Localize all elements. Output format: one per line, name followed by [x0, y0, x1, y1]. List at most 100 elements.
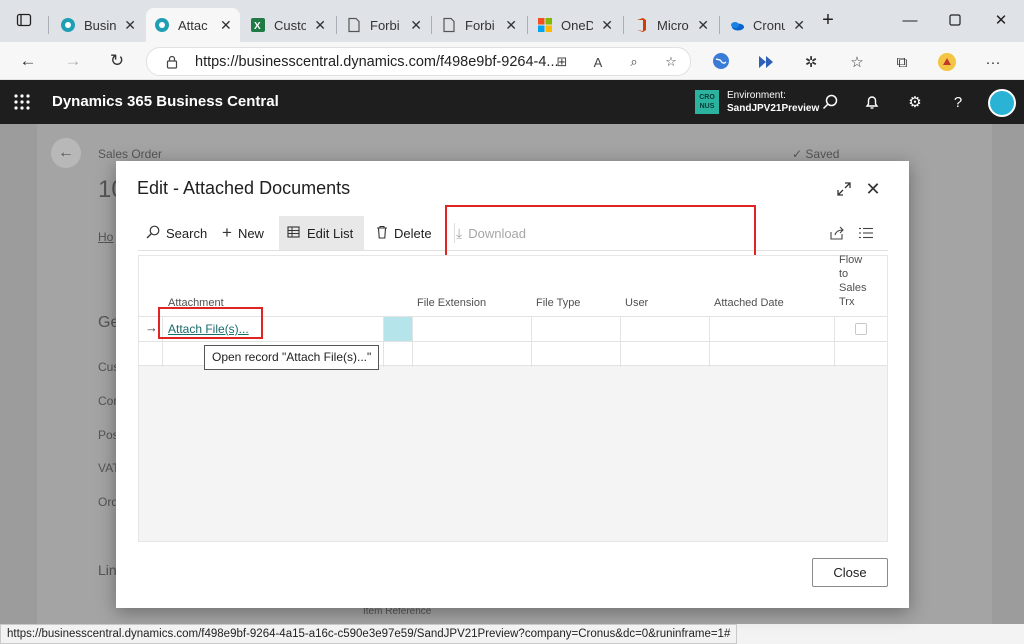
attached-documents-dialog: Edit - Attached Documents ✕ Search + New…: [116, 161, 909, 608]
browser-tab-3[interactable]: X Custo ✕: [242, 8, 334, 42]
env-caption: Environment:: [727, 90, 786, 101]
flow-to-sales-trx-checkbox[interactable]: [855, 323, 867, 335]
saved-status-text: Saved: [805, 147, 840, 161]
extensions-icon[interactable]: ✲: [800, 51, 822, 73]
close-icon[interactable]: ✕: [862, 178, 884, 200]
tab-separator: [719, 16, 720, 34]
extension-globe-icon[interactable]: [710, 50, 732, 72]
back-icon[interactable]: ←: [15, 48, 41, 74]
environment-label: Environment: SandJPV21Preview: [727, 89, 819, 115]
field-label-partial: Cor: [98, 394, 118, 408]
new-tab-icon[interactable]: +: [816, 8, 840, 32]
close-icon[interactable]: ✕: [505, 17, 517, 34]
microsoft-icon: [538, 18, 552, 32]
cell-divider: [531, 317, 532, 342]
column-header-file-extension[interactable]: File Extension: [417, 296, 486, 310]
avatar[interactable]: [988, 89, 1016, 117]
window-close-icon[interactable]: ✕: [989, 8, 1013, 32]
address-bar[interactable]: https://businesscentral.dynamics.com/f49…: [146, 47, 691, 76]
help-icon[interactable]: ?: [948, 92, 968, 112]
close-icon[interactable]: ✕: [410, 17, 422, 34]
environment-badge: CRO NUS: [695, 90, 719, 114]
office-icon: [637, 18, 646, 32]
lines-section-partial: Lin: [98, 562, 117, 578]
cell-divider: [834, 342, 835, 367]
forward-icon[interactable]: →: [60, 48, 86, 74]
browser-tab-1[interactable]: Busin ✕: [52, 8, 144, 42]
column-header-user[interactable]: User: [625, 296, 648, 310]
search-icon[interactable]: [820, 92, 840, 112]
expand-icon[interactable]: [833, 178, 855, 200]
waffle-icon[interactable]: [12, 92, 32, 112]
env-badge-line: CRO: [699, 94, 715, 101]
list-view-icon[interactable]: [855, 216, 877, 250]
read-aloud-icon[interactable]: A: [589, 53, 607, 71]
cell-divider: [620, 317, 621, 342]
browser-tab-2[interactable]: Attac ✕: [146, 8, 240, 42]
tab-label: Cronu: [753, 17, 786, 33]
plus-icon: +: [222, 223, 232, 242]
flow-header-line: to: [839, 268, 849, 280]
delete-button[interactable]: Delete: [368, 216, 440, 250]
delete-label: Delete: [394, 225, 432, 241]
profile-icon[interactable]: [936, 51, 958, 73]
browser-toolbar: ← → ↻ https://businesscentral.dynamics.c…: [0, 42, 1024, 80]
zoom-icon[interactable]: ⌕: [625, 53, 643, 71]
browser-tab-8[interactable]: Cronu ✕: [721, 8, 813, 42]
column-header-file-type[interactable]: File Type: [536, 296, 580, 310]
flow-header-line: Sales: [839, 282, 867, 294]
tab-home-partial: Ho: [98, 230, 114, 244]
app-title[interactable]: Dynamics 365 Business Central: [52, 93, 279, 110]
tab-label: OneD: [561, 17, 594, 33]
flow-header-line: Flow: [839, 254, 863, 266]
edit-list-button[interactable]: Edit List: [279, 216, 364, 250]
collections-icon[interactable]: ⧉: [891, 51, 913, 73]
lock-icon[interactable]: [163, 53, 181, 71]
close-button[interactable]: Close: [812, 558, 888, 587]
tab-separator: [48, 16, 49, 34]
close-icon[interactable]: ✕: [220, 17, 232, 34]
refresh-icon[interactable]: ↻: [104, 48, 130, 74]
search-button[interactable]: Search: [138, 216, 215, 250]
tab-actions-icon[interactable]: [12, 8, 36, 32]
notification-bell-icon[interactable]: [862, 92, 882, 112]
tab-label: Attac: [178, 17, 208, 33]
share-icon[interactable]: [826, 216, 849, 250]
tab-separator: [527, 16, 528, 34]
browser-tab-6[interactable]: OneD ✕: [529, 8, 621, 42]
attachments-grid: Attachment File Extension File Type User…: [138, 253, 888, 542]
more-options-icon[interactable]: ···: [982, 51, 1004, 73]
app-bar: Dynamics 365 Business Central CRO NUS En…: [0, 80, 1024, 124]
column-header-attached-date[interactable]: Attached Date: [714, 296, 784, 310]
minimize-icon[interactable]: —: [898, 8, 922, 32]
search-icon: [146, 225, 160, 242]
excel-icon: X: [251, 18, 265, 32]
browser-tab-4[interactable]: Forbi ✕: [338, 8, 430, 42]
close-icon[interactable]: ✕: [793, 17, 805, 34]
close-icon[interactable]: ✕: [697, 17, 709, 34]
column-header-flow-to-sales-trx[interactable]: Flow to Sales Trx: [839, 253, 867, 309]
browser-tab-7[interactable]: Micro ✕: [625, 8, 717, 42]
favorite-add-icon[interactable]: ☆: [662, 53, 680, 71]
back-arrow-icon: ←: [51, 138, 81, 168]
favorites-icon[interactable]: ☆: [846, 51, 868, 73]
tab-label: Busin: [84, 17, 117, 33]
env-name: SandJPV21Preview: [727, 103, 820, 114]
flow-header-line: Trx: [839, 296, 855, 308]
cell-divider: [709, 342, 710, 367]
close-icon[interactable]: ✕: [314, 17, 326, 34]
trash-icon: [376, 225, 388, 242]
new-button[interactable]: + New: [214, 216, 272, 250]
tab-separator: [623, 16, 624, 34]
settings-gear-icon[interactable]: ⚙: [905, 92, 925, 112]
close-icon[interactable]: ✕: [601, 17, 613, 34]
browser-tab-5[interactable]: Forbi ✕: [433, 8, 525, 42]
selected-cell[interactable]: [383, 317, 412, 342]
new-label: New: [237, 225, 264, 241]
extension-arrow-icon[interactable]: [755, 51, 777, 73]
maximize-icon[interactable]: [943, 8, 967, 32]
app-available-icon[interactable]: ⊞: [553, 53, 571, 71]
tooltip: Open record "Attach File(s)...": [204, 345, 380, 370]
search-label: Search: [166, 225, 208, 241]
close-icon[interactable]: ✕: [124, 17, 136, 34]
